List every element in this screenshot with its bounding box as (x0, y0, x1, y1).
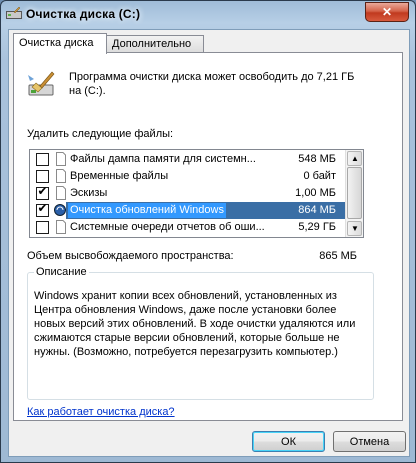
file-row[interactable]: Временные файлы 0 байт (30, 168, 346, 185)
check-mark-icon: ✔ (37, 201, 48, 215)
tab-disk-cleanup[interactable]: Очистка диска (13, 33, 107, 54)
check-mark-icon (37, 219, 48, 230)
close-button[interactable]: ✕ (365, 2, 409, 22)
files-listbox[interactable]: Файлы дампа памяти для системн... 548 МБ… (29, 149, 364, 238)
tab-disk-cleanup-label: Очистка диска (19, 37, 94, 49)
files-to-delete-label: Удалить следующие файлы: (27, 128, 174, 140)
file-checkbox[interactable]: ✔ (36, 184, 49, 200)
file-size: 864 МБ (298, 204, 336, 216)
file-checkbox[interactable] (36, 170, 49, 183)
title-bar[interactable]: Очистка диска (C:) ✕ (1, 1, 415, 27)
file-checkbox[interactable] (36, 221, 49, 234)
document-icon (56, 186, 66, 200)
cancel-button[interactable]: Отмена (333, 431, 406, 452)
scroll-down-arrow-icon: ▼ (351, 224, 359, 233)
files-scrollbar[interactable]: ▲ ▼ (345, 150, 363, 237)
disk-cleanup-tab-panel: Программа очистки диска может освободить… (13, 52, 403, 421)
file-name: Эскизы (70, 187, 108, 199)
scroll-up-arrow-icon: ▲ (351, 154, 359, 163)
file-checkbox[interactable] (36, 153, 49, 166)
scroll-thumb[interactable] (347, 167, 362, 219)
how-disk-cleanup-works-link[interactable]: Как работает очистка диска? (27, 406, 175, 418)
disk-cleanup-app-icon (6, 6, 22, 19)
ok-button[interactable]: ОК (252, 431, 325, 452)
file-size: 5,29 ГБ (298, 221, 336, 233)
file-name: Временные файлы (70, 170, 169, 182)
intro-line-2: на (C:). (69, 85, 106, 97)
tab-more-options-label: Дополнительно (112, 38, 192, 50)
dialog-client-area: Очистка диска Дополнительно Программа оч… (8, 29, 410, 457)
space-to-free-label: Объем высвобождаемого пространства: (27, 250, 234, 262)
scroll-up-button[interactable]: ▲ (347, 151, 362, 166)
tab-more-options[interactable]: Дополнительно (106, 35, 204, 53)
file-row[interactable]: Системные очереди отчетов об оши... 5,29… (30, 219, 346, 236)
disk-cleanup-broom-icon (28, 71, 55, 96)
file-size: 0 байт (303, 170, 336, 182)
window-title: Очистка диска (C:) (26, 7, 141, 21)
file-size: 1,00 МБ (295, 187, 336, 199)
file-name: Очистка обновлений Windows (68, 203, 226, 218)
file-row[interactable]: Файлы дампа памяти для системн... 548 МБ (30, 151, 346, 168)
document-icon (56, 152, 66, 166)
check-mark-icon: ✔ (37, 184, 48, 198)
disk-cleanup-window: Очистка диска (C:) ✕ Очистка диска Допол… (0, 0, 416, 463)
file-name: Файлы дампа памяти для системн... (70, 153, 256, 165)
document-icon (56, 220, 66, 234)
description-text: Windows хранит копии всех обновлений, ус… (34, 290, 356, 358)
scroll-down-button[interactable]: ▼ (347, 221, 362, 236)
description-legend: Описание (34, 266, 89, 278)
file-row-selected[interactable]: ✔ Очистка обновлений Windows 864 МБ (30, 202, 346, 219)
file-size: 548 МБ (298, 153, 336, 165)
intro-text: Программа очистки диска может освободить… (69, 70, 389, 98)
space-to-free-value: 865 МБ (319, 250, 357, 262)
file-row[interactable]: ✔ Эскизы 1,00 МБ (30, 185, 346, 202)
check-mark-icon (37, 168, 48, 179)
close-icon: ✕ (381, 5, 393, 19)
file-name: Системные очереди отчетов об оши... (70, 221, 265, 233)
intro-line-1: Программа очистки диска может освободить… (69, 71, 355, 83)
document-icon (56, 169, 66, 183)
description-group: Описание Windows хранит копии всех обнов… (27, 266, 374, 400)
check-mark-icon (37, 151, 48, 162)
file-checkbox[interactable]: ✔ (36, 201, 49, 217)
windows-update-icon (54, 204, 66, 216)
